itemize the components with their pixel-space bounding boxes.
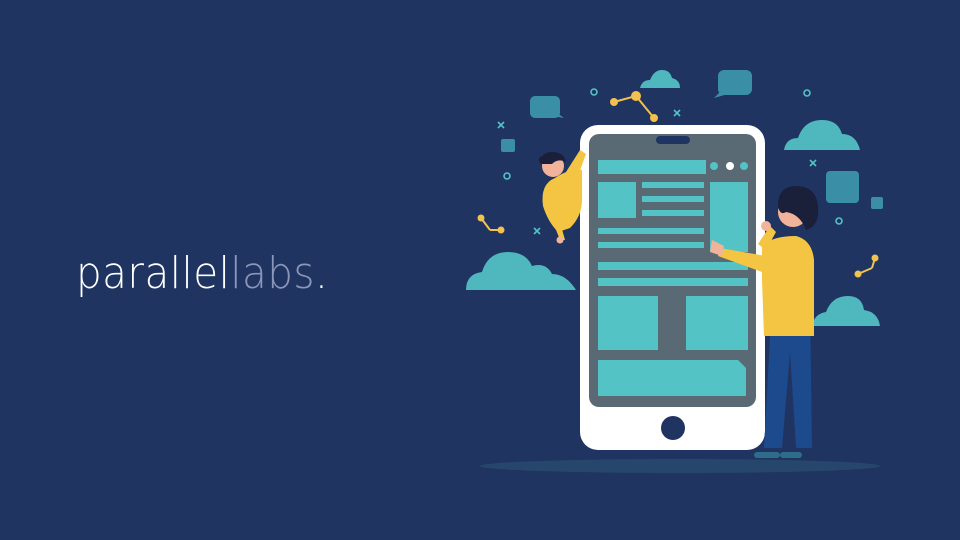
hero-banner: parallellabs. [0,0,960,540]
x-mark-icon [673,109,681,117]
chat-bubble-icon [714,70,752,98]
smartphone [580,125,765,450]
square-mark [501,139,515,152]
cloud-icon [640,70,680,88]
cloud-icon [466,252,576,290]
square-mark [871,197,883,209]
x-mark-icon [497,121,505,129]
cloud-icon [812,296,880,326]
ground-shadow [480,459,880,473]
phone-home-button [661,416,685,440]
square-mark [826,171,859,203]
cloud-icon [784,120,860,150]
phone-illustration [466,70,883,473]
climbing-person [539,150,586,244]
chat-bubble-icon [530,96,564,118]
node-connector-icon [477,214,505,234]
node-connector-icon [610,91,658,122]
phone-speaker [656,136,690,144]
x-mark-icon [533,227,541,235]
x-mark-icon [809,159,817,167]
node-connector-icon [854,254,879,278]
